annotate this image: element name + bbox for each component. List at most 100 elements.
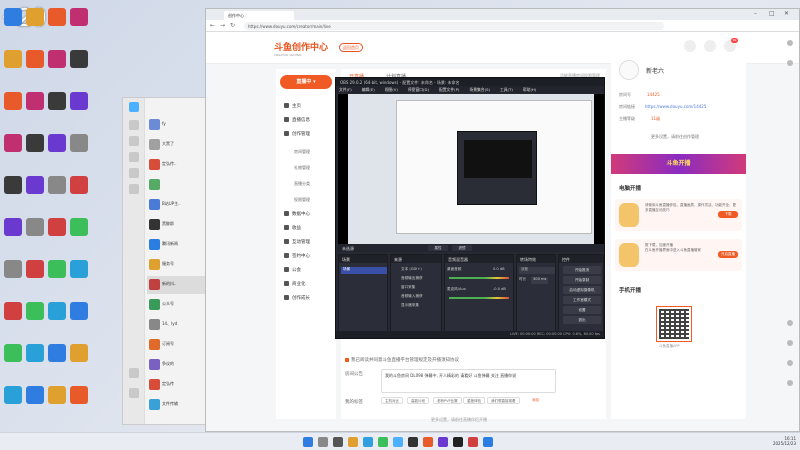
chat-list-item[interactable]: 文件传输 (147, 396, 210, 414)
desktop-app-icon[interactable] (70, 8, 88, 26)
desktop-app-icon[interactable] (48, 344, 66, 362)
scene-item[interactable]: 场景 (341, 267, 387, 274)
close-icon[interactable]: ✕ (784, 10, 789, 17)
desktop-app-icon[interactable] (4, 134, 22, 152)
sidebar-subitem[interactable]: 房间管理 (294, 149, 310, 155)
room-link[interactable]: https://www.douyu.com/14425 (645, 104, 706, 109)
qq-icon[interactable] (393, 437, 403, 447)
sidebar-subitem[interactable]: 礼物管理 (294, 165, 310, 171)
desktop-app-icon[interactable] (4, 302, 22, 320)
download-button[interactable]: 下载 (718, 211, 738, 218)
desktop-app-icon[interactable] (48, 92, 66, 110)
tag-chip[interactable]: 高能片段 (407, 397, 429, 404)
desktop-app-icon[interactable] (4, 50, 22, 68)
obs-menu-item[interactable]: 帮助(H) (523, 87, 536, 92)
tag-chip[interactable]: 主机对比 (381, 397, 403, 404)
control-button[interactable]: 退出 (563, 316, 601, 324)
desktop-app-icon[interactable] (26, 8, 44, 26)
source-item[interactable]: 文本 (GDI+) (401, 267, 422, 274)
desktop-app-icon[interactable] (26, 218, 44, 236)
explorer-icon[interactable] (348, 437, 358, 447)
source-item[interactable]: 窗口采集 (401, 285, 415, 292)
control-button[interactable]: 启动虚拟摄像机 (563, 286, 601, 294)
chat-list-item[interactable]: 定弘传 (147, 376, 210, 394)
notice-textarea[interactable]: 我的斗鱼房间 DL098 弹幕中, 开人精彩的 请看好 斗鱼弹幕 关注 直播你说 (381, 369, 556, 393)
tag-chip[interactable]: 添加 (529, 397, 542, 404)
desktop-app-icon[interactable] (70, 92, 88, 110)
feedback-icon[interactable] (787, 360, 793, 366)
desktop-app-icon[interactable] (4, 8, 22, 26)
system-clock[interactable]: 16:11 2025/12/23 (773, 436, 796, 446)
desktop-app-icon[interactable] (48, 218, 66, 236)
desktop-app-icon[interactable] (70, 50, 88, 68)
filters-button[interactable]: 滤镜 (452, 245, 472, 251)
chat-list-item[interactable]: fy (147, 116, 210, 134)
footer-link[interactable]: 更多设置，请前往直播伴侣开播 (431, 417, 487, 423)
rules-checkbox[interactable]: 我已阅读并同意斗鱼直播平台管理规定及开播须知协议 (345, 357, 459, 363)
desktop-app-icon[interactable] (26, 92, 44, 110)
desktop-app-icon[interactable] (48, 8, 66, 26)
chat-list-item[interactable]: 订阅号 (147, 336, 210, 354)
sidebar-item[interactable]: 直播信息 (284, 117, 334, 127)
desktop-app-icon[interactable] (70, 386, 88, 404)
desktop-app-icon[interactable] (70, 218, 88, 236)
obs-menu-item[interactable]: 编辑(E) (362, 87, 375, 92)
sidebar-item[interactable]: 数据中心 (284, 211, 334, 221)
desktop-app-icon[interactable] (70, 344, 88, 362)
app-icon[interactable] (438, 437, 448, 447)
wechat-icon[interactable] (378, 437, 388, 447)
obs-preview[interactable] (338, 94, 604, 244)
avatar[interactable] (129, 102, 139, 112)
settings-icon[interactable] (787, 320, 793, 326)
contacts-icon[interactable] (129, 136, 139, 146)
desktop-app-icon[interactable] (26, 386, 44, 404)
desktop-app-icon[interactable] (4, 344, 22, 362)
desktop-app-icon[interactable] (48, 134, 66, 152)
chat-list-item[interactable]: 14、lyd (147, 316, 210, 334)
menu-icon[interactable] (129, 388, 139, 398)
control-button[interactable]: 开始推流 (563, 266, 601, 274)
promo-banner[interactable]: 斗鱼开播 (611, 154, 746, 174)
start-live-button[interactable]: 开启直播 (718, 251, 738, 258)
desktop-app-icon[interactable] (26, 134, 44, 152)
sidebar-subitem[interactable]: 权限管理 (294, 197, 310, 203)
desktop-app-icon[interactable] (48, 386, 66, 404)
favorites-icon[interactable] (129, 152, 139, 162)
chat-list-item[interactable] (147, 176, 210, 194)
terminal-icon[interactable] (408, 437, 418, 447)
help-icon[interactable] (787, 340, 793, 346)
more-settings-link[interactable]: 更多设置，请前往创作管理 (651, 134, 699, 140)
moments-icon[interactable] (129, 168, 139, 178)
desktop-app-icon[interactable] (4, 260, 22, 278)
chat-list-item[interactable]: 新的抖.. (147, 276, 210, 294)
desktop-app-icon[interactable] (4, 176, 22, 194)
url-input[interactable]: https://www.douyu.com/creator/main/live (244, 22, 664, 30)
obs-menu-item[interactable]: 停靠窗口(D) (408, 87, 429, 92)
sidebar-item[interactable]: 签约中心 (284, 253, 334, 263)
add-icon[interactable] (787, 380, 793, 386)
download-icon[interactable] (704, 40, 716, 52)
tag-chip[interactable]: 老粉PVP比赛 (433, 397, 462, 404)
browser-icon[interactable] (423, 437, 433, 447)
sidebar-item[interactable]: 收益 (284, 225, 334, 235)
properties-button[interactable]: 属性 (428, 245, 448, 251)
desktop-app-icon[interactable] (70, 134, 88, 152)
sidebar-item[interactable]: 创作成长 (284, 295, 334, 305)
source-item[interactable]: 音频输出捕获 (401, 276, 423, 283)
app-icon[interactable] (483, 437, 493, 447)
douyu-icon[interactable] (468, 437, 478, 447)
chat-list-item[interactable]: 定弘传.. (147, 156, 210, 174)
sidebar-item[interactable]: 公会 (284, 267, 334, 277)
duration-input[interactable]: 300 ms (531, 277, 549, 284)
obs-menu-item[interactable]: 配置文件(P) (439, 87, 459, 92)
transition-select[interactable]: 淡化 (519, 267, 555, 274)
forward-icon[interactable]: → (220, 22, 225, 29)
desktop-app-icon[interactable] (4, 386, 22, 404)
desktop-app-icon[interactable] (26, 302, 44, 320)
history-icon[interactable] (787, 60, 793, 66)
sidebar-subitem[interactable]: 直播分类 (294, 181, 310, 187)
obs-menu-item[interactable]: 视图(V) (385, 87, 398, 92)
desktop-app-icon[interactable] (48, 302, 66, 320)
maximize-icon[interactable]: □ (769, 10, 775, 17)
chat-list-item[interactable]: B站UP主.. (147, 196, 210, 214)
